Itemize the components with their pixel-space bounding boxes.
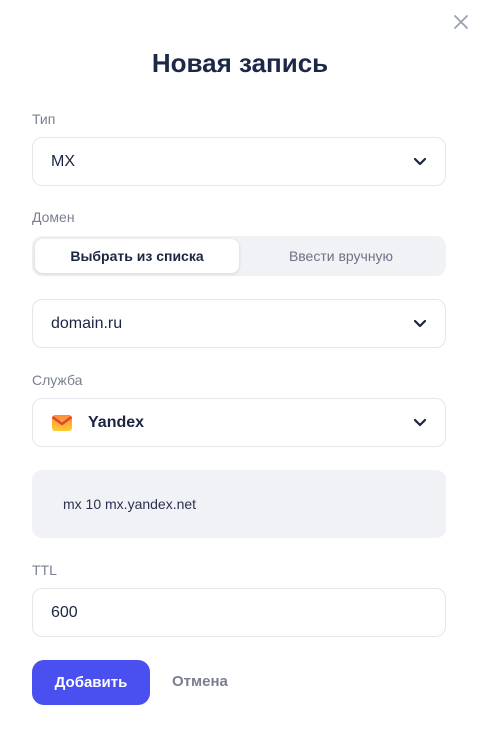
type-select-value: MX (51, 152, 75, 170)
chevron-down-icon (413, 319, 427, 329)
add-button[interactable]: Добавить (32, 660, 150, 705)
service-select[interactable]: Yandex (32, 398, 446, 447)
tab-select-from-list[interactable]: Выбрать из списка (35, 239, 239, 273)
tab-enter-manually[interactable]: Ввести вручную (239, 239, 443, 273)
domain-label: Домен (32, 209, 75, 225)
domain-select-value: domain.ru (51, 314, 123, 332)
chevron-down-icon (413, 418, 427, 428)
record-preview: mx 10 mx.yandex.net (32, 470, 446, 538)
type-label: Тип (32, 111, 56, 127)
ttl-label: TTL (32, 562, 57, 578)
record-preview-text: mx 10 mx.yandex.net (63, 496, 197, 512)
domain-select[interactable]: domain.ru (32, 299, 446, 348)
service-select-value: Yandex (88, 413, 145, 431)
close-button[interactable] (450, 11, 472, 33)
ttl-input[interactable]: 600 (32, 588, 446, 637)
yandex-mail-icon (51, 412, 73, 434)
service-label: Служба (32, 372, 83, 388)
type-select[interactable]: MX (32, 137, 446, 186)
cancel-button[interactable]: Отмена (172, 673, 228, 690)
ttl-input-value: 600 (51, 603, 78, 621)
dialog-title: Новая запись (151, 48, 329, 78)
close-icon (454, 15, 468, 29)
chevron-down-icon (413, 157, 427, 167)
domain-mode-switch: Выбрать из списка Ввести вручную (32, 236, 446, 276)
